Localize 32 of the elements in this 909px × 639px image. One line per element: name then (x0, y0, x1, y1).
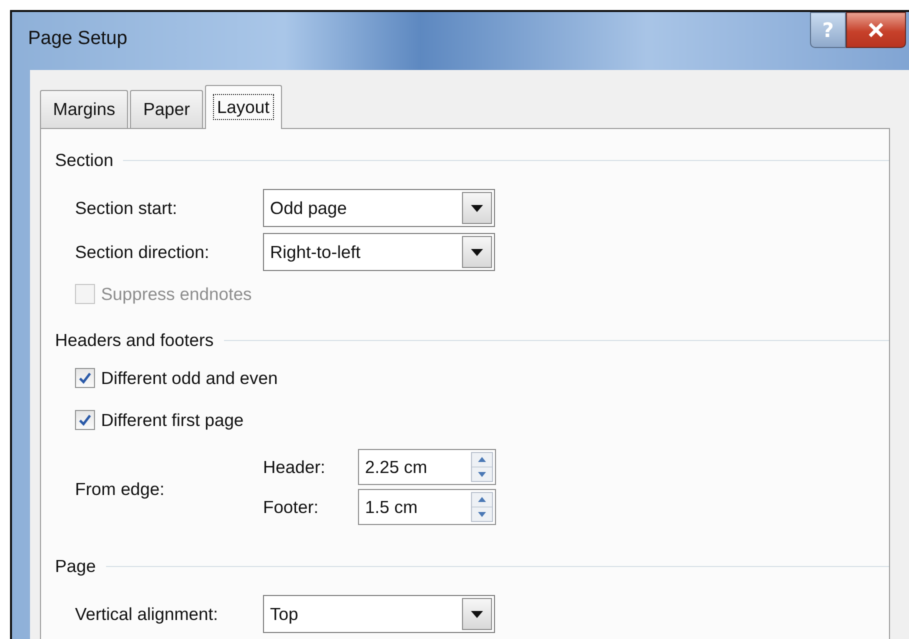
field-label: Section start: (75, 198, 178, 218)
section-heading: Headers and footers (55, 330, 214, 350)
dropdown[interactable]: Odd page (263, 189, 495, 227)
field-label: Header: (263, 456, 326, 478)
dropdown[interactable]: Top (263, 595, 495, 633)
checkmark-icon (78, 371, 92, 385)
spin-field[interactable]: 1.5 cm (358, 489, 496, 525)
field-label: Vertical alignment: (75, 604, 219, 624)
tab[interactable]: Margins (40, 90, 128, 128)
caret-icon (471, 610, 483, 618)
checkbox[interactable] (75, 368, 95, 388)
caret-icon (471, 248, 483, 256)
caret-icon (471, 204, 483, 212)
window-title: Page Setup (28, 28, 128, 50)
checkbox-label: Suppress endnotes (101, 284, 252, 304)
checkbox-label: Different odd and even (101, 368, 278, 388)
field-label: Footer: (263, 496, 320, 518)
tab[interactable]: Layout (204, 85, 282, 129)
checkbox-label: Different first page (101, 410, 244, 430)
field-label: Section direction: (75, 242, 210, 262)
tab[interactable]: Paper (130, 90, 203, 128)
section-heading: Page (55, 556, 96, 576)
close-button[interactable] (846, 12, 906, 48)
field-label: From edge: (75, 478, 166, 500)
spinner-arrows-icon (471, 452, 493, 482)
checkmark-icon (78, 413, 92, 427)
close-icon (867, 22, 885, 38)
dropdown[interactable]: Right-to-left (263, 233, 495, 271)
section-heading: Section (55, 150, 114, 170)
checkbox[interactable] (75, 410, 95, 430)
spin-field[interactable]: 2.25 cm (358, 449, 496, 485)
spinner-arrows-icon (471, 492, 493, 522)
